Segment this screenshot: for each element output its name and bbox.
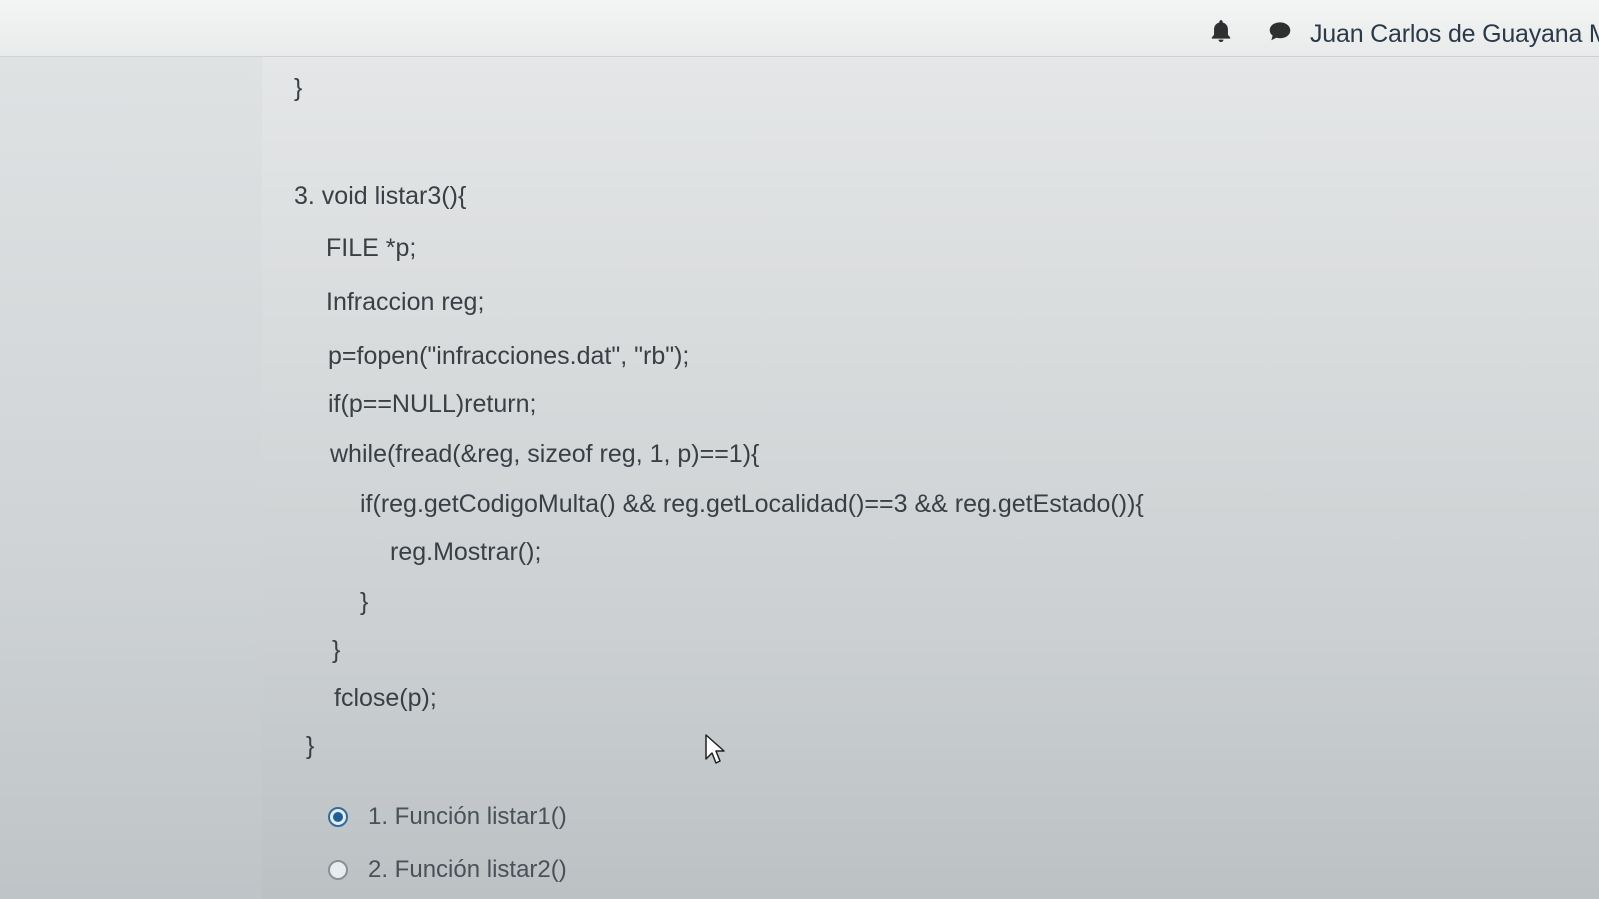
left-sidebar <box>0 57 262 899</box>
top-navbar: Juan Carlos de Guayana Mu <box>0 0 1599 57</box>
code-line: FILE *p; <box>326 234 417 262</box>
answer-option-label: 1. Función listar1() <box>368 803 567 830</box>
answer-option-2[interactable]: 2. Función listar2() <box>328 855 567 885</box>
code-line: if(p==NULL)return; <box>328 390 537 418</box>
code-line: } <box>332 636 341 664</box>
code-line: if(reg.getCodigoMulta() && reg.getLocali… <box>360 490 1144 518</box>
radio-button[interactable] <box>328 860 348 880</box>
answer-option-1[interactable]: 1. Función listar1() <box>328 802 567 832</box>
user-menu-name[interactable]: Juan Carlos de Guayana Mu <box>1310 20 1599 49</box>
chat-icon[interactable] <box>1267 18 1293 44</box>
code-line: } <box>306 732 315 760</box>
code-line: while(fread(&reg, sizeof reg, 1, p)==1){ <box>330 440 760 468</box>
code-line: Infraccion reg; <box>326 288 485 316</box>
answer-option-label: 2. Función listar2() <box>368 856 567 883</box>
code-line: } <box>360 588 369 616</box>
bell-icon[interactable] <box>1208 18 1234 44</box>
code-line: p=fopen("infracciones.dat", "rb"); <box>328 342 690 370</box>
mouse-cursor-icon <box>705 734 725 764</box>
code-line: 3. void listar3(){ <box>294 182 467 210</box>
code-line: fclose(p); <box>334 684 437 712</box>
code-line: reg.Mostrar(); <box>390 538 542 566</box>
prev-closing-brace: } <box>294 74 303 102</box>
radio-button-selected[interactable] <box>328 807 348 827</box>
